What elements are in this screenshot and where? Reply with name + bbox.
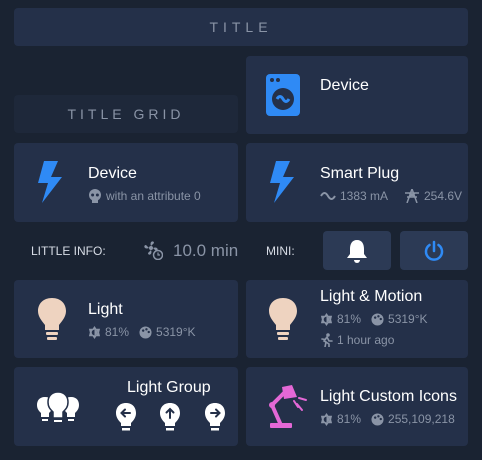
light-custom-name: Light Custom Icons <box>320 388 457 405</box>
voltage-attribute: 254.6V <box>404 189 462 203</box>
title-bar: TITLE <box>14 8 468 46</box>
brightness-icon <box>320 312 333 326</box>
device-name: Device <box>320 77 369 94</box>
lightbulb-icon <box>38 298 66 340</box>
power-icon <box>424 240 444 261</box>
flash-icon <box>38 161 62 203</box>
color-temp-value: 5319°K <box>156 325 196 339</box>
light-group-up-button[interactable] <box>159 402 181 432</box>
light-group-right-button[interactable] <box>204 402 226 432</box>
brightness-attribute: 81% 255,109,218 <box>320 412 455 426</box>
brightness-attribute: 81% 5319°K <box>320 312 428 326</box>
transmission-tower-icon <box>405 189 419 203</box>
brightness-icon <box>88 325 101 339</box>
brightness-value: 81% <box>337 312 362 326</box>
device-card[interactable]: Device with an attribute 0 <box>14 143 238 222</box>
current-value: 1383 mA <box>340 189 389 203</box>
power-button[interactable] <box>400 231 468 270</box>
lightbulb-group-icon <box>37 391 79 422</box>
title-text: TITLE <box>209 19 273 35</box>
current-ac-icon <box>320 192 336 200</box>
smart-plug-card[interactable]: Smart Plug 1383 mA 254.6V <box>246 143 468 222</box>
title-grid: TITLE GRID <box>14 95 238 133</box>
brightness-value: 81% <box>105 325 130 339</box>
light-motion-card[interactable]: Light & Motion 81% 5319°K 1 hour ago <box>246 280 468 358</box>
bell-button[interactable] <box>323 231 391 270</box>
fan-timer-icon <box>144 241 163 260</box>
washing-machine-icon <box>266 74 300 116</box>
desk-lamp-icon <box>269 385 307 428</box>
light-card[interactable]: Light 81% 5319°K <box>14 280 238 358</box>
light-group-card[interactable]: Light Group <box>14 367 238 446</box>
skull-icon <box>89 189 101 203</box>
attribute-text: with an attribute 0 <box>106 189 201 203</box>
light-group-left-button[interactable] <box>115 402 137 432</box>
light-name: Light <box>88 301 123 318</box>
mini-label: MINI: <box>266 244 295 258</box>
brightness-icon <box>320 412 333 426</box>
voltage-value: 254.6V <box>424 189 463 203</box>
brightness-value: 81% <box>337 412 362 426</box>
motion-value: 1 hour ago <box>337 333 395 347</box>
light-group-name: Light Group <box>127 379 211 396</box>
brightness-attribute: 81% 5319°K <box>88 325 196 339</box>
title-grid-text: TITLE GRID <box>67 106 185 122</box>
little-info-value: 10.0 min <box>173 241 239 260</box>
light-motion-name: Light & Motion <box>320 288 423 305</box>
device-card-top[interactable]: Device <box>246 56 468 134</box>
color-temp-value: 5319°K <box>388 312 428 326</box>
current-attribute: 1383 mA <box>320 189 388 203</box>
device-attribute: with an attribute 0 <box>88 189 201 203</box>
lightbulb-icon <box>269 298 297 340</box>
smart-plug-name: Smart Plug <box>320 165 400 182</box>
light-custom-card[interactable]: Light Custom Icons 81% 255,109,218 <box>246 367 468 446</box>
flash-icon <box>270 161 294 203</box>
palette-icon <box>371 412 384 426</box>
device-name: Device <box>88 165 137 182</box>
motion-sensor-icon <box>321 333 333 347</box>
motion-attribute: 1 hour ago <box>320 333 394 347</box>
little-info-label: LITTLE INFO: <box>31 244 106 258</box>
bell-icon <box>347 239 367 263</box>
palette-icon <box>371 312 384 326</box>
palette-icon <box>139 325 152 339</box>
color-value: 255,109,218 <box>388 412 455 426</box>
